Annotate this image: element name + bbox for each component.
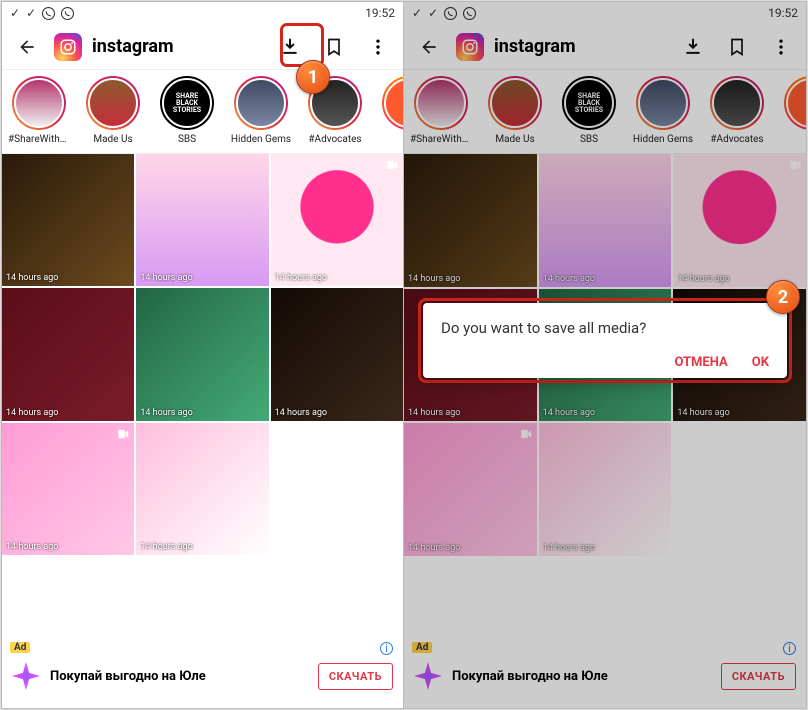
media-tile[interactable]: 14 hours ago	[404, 423, 537, 556]
ad-text: Покупай выгодно на Юле	[452, 669, 711, 684]
screenshot-left: ✓ ✓ 19:52 instagram	[1, 1, 404, 709]
ad-badge: Ad	[412, 642, 432, 653]
ad-info-icon[interactable]: i	[783, 642, 796, 655]
check-icon: ✓	[428, 6, 438, 20]
save-media-dialog: Do you want to save all media? ОТМЕНА OK	[423, 303, 787, 378]
viber-icon	[444, 7, 457, 20]
ad-download-button[interactable]: СКАЧАТЬ	[318, 663, 393, 690]
instagram-logo-icon	[54, 33, 82, 61]
overflow-menu-button[interactable]	[764, 30, 798, 64]
check-icon: ✓	[412, 6, 422, 20]
media-tile[interactable]: 14 hours ago	[136, 423, 268, 555]
media-tile[interactable]: 14 hours ago	[271, 288, 403, 420]
media-tile[interactable]: 14 hours ago	[539, 154, 672, 287]
media-tile[interactable]: 14 hours ago	[2, 288, 134, 420]
viber-icon	[61, 7, 74, 20]
media-tile[interactable]: 14 hours ago	[136, 154, 268, 286]
media-tile[interactable]: 14 hours ago	[673, 154, 806, 287]
annotation-callout-2: 2	[766, 280, 800, 314]
media-tile[interactable]: 14 hours ago	[2, 154, 134, 286]
story-made-us[interactable]: Made Us	[82, 76, 144, 145]
story-sharewithpride[interactable]: #ShareWithPride	[8, 76, 70, 145]
story-made-us[interactable]: Made Us	[484, 76, 546, 145]
story-hidden-gems[interactable]: Hidden Gems	[632, 76, 694, 145]
dialog-ok-button[interactable]: OK	[752, 355, 769, 370]
media-tile[interactable]: 14 hours ago	[404, 154, 537, 287]
status-time: 19:52	[365, 6, 395, 20]
story-more[interactable]: R	[780, 76, 806, 145]
media-tile[interactable]: 14 hours ago	[539, 423, 672, 556]
check-icon: ✓	[10, 6, 20, 20]
media-tile[interactable]: 14 hours ago	[136, 288, 268, 420]
story-more[interactable]: R	[378, 76, 403, 145]
stories-row: #ShareWithPride Made Us SHARE BLACK STOR…	[404, 70, 806, 154]
media-tile[interactable]: 14 hours ago	[271, 154, 403, 286]
story-hidden-gems[interactable]: Hidden Gems	[230, 76, 292, 145]
app-bar: instagram	[2, 24, 403, 70]
video-icon	[519, 427, 533, 441]
status-time: 19:52	[768, 6, 798, 20]
viber-icon	[42, 7, 55, 20]
dialog-cancel-button[interactable]: ОТМЕНА	[674, 355, 727, 370]
instagram-logo-icon	[456, 33, 484, 61]
story-advocates[interactable]: #Advocates	[706, 76, 768, 145]
page-title: instagram	[92, 36, 174, 57]
video-icon	[116, 427, 130, 441]
app-bar: instagram	[404, 24, 806, 70]
story-sharewithpride[interactable]: #ShareWithPride	[410, 76, 472, 145]
status-bar: ✓ ✓ 19:52	[404, 2, 806, 24]
check-icon: ✓	[26, 6, 36, 20]
overflow-menu-button[interactable]	[361, 30, 395, 64]
stories-row: #ShareWithPride Made Us SHARE BLACK STOR…	[2, 70, 403, 154]
media-grid: 14 hours ago 14 hours ago 14 hours ago 1…	[2, 154, 403, 555]
dialog-message: Do you want to save all media?	[441, 319, 769, 337]
ad-download-button[interactable]: СКАЧАТЬ	[721, 663, 796, 690]
media-tile[interactable]: 14 hours ago	[2, 423, 134, 555]
media-tile-empty	[271, 423, 403, 555]
video-icon	[385, 158, 399, 172]
story-sbs[interactable]: SHARE BLACK STORIESSBS	[156, 76, 218, 145]
ad-app-icon	[12, 662, 40, 690]
page-title: instagram	[494, 36, 576, 57]
status-bar: ✓ ✓ 19:52	[2, 2, 403, 24]
viber-icon	[463, 7, 476, 20]
annotation-callout-1: 1	[296, 60, 330, 94]
bookmark-button[interactable]	[720, 30, 754, 64]
media-tile-empty	[673, 423, 806, 556]
ad-app-icon	[414, 662, 442, 690]
video-icon	[788, 158, 802, 172]
download-button[interactable]	[676, 30, 710, 64]
ad-banner[interactable]: Ad i Покупай выгодно на Юле СКАЧАТЬ	[2, 654, 403, 708]
ad-banner[interactable]: Ad i Покупай выгодно на Юле СКАЧАТЬ	[404, 654, 806, 708]
ad-info-icon[interactable]: i	[380, 642, 393, 655]
story-sbs[interactable]: SHARE BLACK STORIESSBS	[558, 76, 620, 145]
annotation-highlight-dialog: Do you want to save all media? ОТМЕНА OK	[418, 298, 792, 383]
ad-badge: Ad	[10, 642, 30, 653]
screenshot-right: ✓ ✓ 19:52 instagram	[404, 1, 807, 709]
ad-text: Покупай выгодно на Юле	[50, 669, 308, 684]
back-button[interactable]	[412, 30, 446, 64]
back-button[interactable]	[10, 30, 44, 64]
